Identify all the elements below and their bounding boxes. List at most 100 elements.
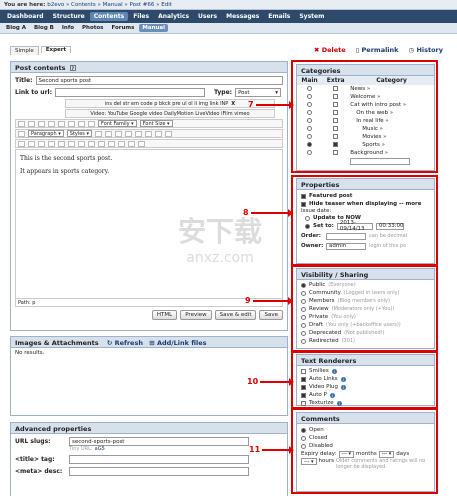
delete-label: Delete <box>321 46 346 54</box>
save-edit-button[interactable]: Save & edit <box>214 310 257 320</box>
preview-button[interactable]: Preview <box>180 310 212 320</box>
help-icon[interactable]: ? <box>69 65 76 71</box>
nav-item-dashboard[interactable]: Dashboard <box>3 12 48 21</box>
redo-icon[interactable] <box>145 130 153 137</box>
number-list-icon[interactable] <box>105 130 113 137</box>
bullet-list-icon[interactable] <box>95 130 103 137</box>
blog-tab-info[interactable]: Info <box>59 24 77 32</box>
add-files-link[interactable]: ⊞ Add/Link files <box>149 339 206 347</box>
arrow-icon <box>260 377 295 386</box>
underline-icon[interactable] <box>38 120 45 127</box>
color-icon[interactable] <box>108 140 115 147</box>
close-toolbar-button[interactable]: X <box>231 101 235 107</box>
tab-expert[interactable]: Expert <box>40 46 72 53</box>
editor-mode-tabs: Simple Expert <box>10 46 73 55</box>
quicktags-buttons[interactable]: ins del str em code p bkck pre ul ol li … <box>105 101 228 107</box>
url-slug-input[interactable]: second-sports-post <box>69 437 249 446</box>
table-icon[interactable] <box>18 140 25 147</box>
permalink-link[interactable]: ▯ Permalink <box>356 46 399 54</box>
nav-item-emails[interactable]: Emails <box>264 12 294 21</box>
tab-simple[interactable]: Simple <box>10 46 39 55</box>
breadcrumb-path[interactable]: b2evo » Contents » Manual » Post #66 » E… <box>47 2 172 8</box>
strike-icon[interactable] <box>48 120 55 127</box>
refresh-label: Refresh <box>114 339 143 347</box>
nav-item-messages[interactable]: Messages <box>222 12 263 21</box>
video-toolbar[interactable]: Video: YouTube Google video DailyMotion … <box>65 109 275 118</box>
outdent-icon[interactable] <box>115 130 123 137</box>
align-center-icon[interactable] <box>68 120 75 127</box>
blog-tab-manual[interactable]: Manual <box>139 24 169 32</box>
history-link[interactable]: ◷ History <box>409 46 444 54</box>
title-tag-input[interactable] <box>69 455 249 464</box>
align-left-icon[interactable] <box>58 120 65 127</box>
nav-item-contents[interactable]: Contents <box>89 12 129 21</box>
meta-desc-input[interactable] <box>69 467 249 476</box>
sub-icon[interactable] <box>78 140 85 147</box>
main-nav: Dashboard Structure Contents Files Analytics… <box>0 10 457 23</box>
blog-tab-photos[interactable]: Photos <box>79 24 106 32</box>
indent-icon[interactable] <box>125 130 133 137</box>
permalink-icon: ▯ <box>355 46 360 54</box>
undo-icon[interactable] <box>135 130 143 137</box>
tiny-url-link[interactable]: aG5 <box>95 446 105 452</box>
fullscreen-icon[interactable] <box>128 140 135 147</box>
charmap-icon[interactable] <box>98 140 105 147</box>
insert-toolbar <box>15 139 283 148</box>
font-family-value: Font Family <box>101 120 130 127</box>
help-toolbar-icon[interactable] <box>138 140 145 147</box>
blog-tab-forums[interactable]: Forums <box>108 24 137 32</box>
hr-icon[interactable] <box>68 140 75 147</box>
image-icon[interactable] <box>48 140 55 147</box>
tiny-url-label: Tiny URL: <box>69 446 93 452</box>
column-icon[interactable] <box>38 140 45 147</box>
nav-item-users[interactable]: Users <box>194 12 221 21</box>
annotation-10: 10 <box>247 377 295 386</box>
nav-item-files[interactable]: Files <box>129 12 153 21</box>
paragraph-select[interactable]: Paragraph ▾ <box>28 130 64 137</box>
nav-item-analytics[interactable]: Analytics <box>154 12 193 21</box>
type-select[interactable]: Post ▾ <box>235 88 282 97</box>
sup-icon[interactable] <box>88 140 95 147</box>
type-label: Type: <box>214 89 233 96</box>
blog-tab-blog-b[interactable]: Blog B <box>31 24 57 32</box>
quicktags-toolbar[interactable]: ins del str em code p bkck pre ul ol li … <box>65 99 275 108</box>
cut-icon[interactable] <box>18 130 25 137</box>
font-family-select[interactable]: Font Family ▾ <box>98 120 137 127</box>
align-right-icon[interactable] <box>78 120 85 127</box>
history-label: History <box>416 46 443 54</box>
refresh-link[interactable]: ↻ Refresh <box>107 339 143 347</box>
watermark-en: anxz.com <box>186 250 254 266</box>
title-label: Title: <box>15 77 33 84</box>
watermark-cn: 安下载 <box>177 215 262 248</box>
media-icon[interactable] <box>58 140 65 147</box>
breadcrumb: You are here: b2evo » Contents » Manual … <box>0 0 457 10</box>
meta-desc-label: <meta> desc: <box>15 468 63 475</box>
highlight-box-visibility <box>291 264 438 352</box>
title-input[interactable]: Second sports post <box>35 76 283 85</box>
post-actions: ✖ Delete ▯ Permalink ◷ History <box>314 46 443 54</box>
italic-icon[interactable] <box>28 120 35 127</box>
link-url-input[interactable] <box>55 88 205 97</box>
link-icon[interactable] <box>155 130 163 137</box>
highlight-icon[interactable] <box>118 140 125 147</box>
blog-tab-blog-a[interactable]: Blog A <box>3 24 29 32</box>
save-button[interactable]: Save <box>259 310 283 320</box>
advanced-panel: Advanced properties URL slugs: second-sp… <box>10 422 288 496</box>
styles-value: Styles <box>69 130 85 137</box>
justify-icon[interactable] <box>88 120 95 127</box>
nav-item-structure[interactable]: Structure <box>49 12 89 21</box>
video-buttons[interactable]: Video: YouTube Google video DailyMotion … <box>90 111 249 117</box>
nav-item-system[interactable]: System <box>295 12 328 21</box>
annotation-11-label: 11 <box>249 445 261 454</box>
row-icon[interactable] <box>28 140 35 147</box>
styles-select[interactable]: Styles ▾ <box>66 130 93 137</box>
delete-link[interactable]: ✖ Delete <box>314 46 346 54</box>
paragraph-value: Paragraph <box>31 130 57 137</box>
url-slug-label: URL slugs: <box>15 438 51 445</box>
font-size-select[interactable]: Font Size ▾ <box>139 120 173 127</box>
unlink-icon[interactable] <box>165 130 173 137</box>
highlight-box-comments <box>291 408 438 494</box>
html-button[interactable]: HTML <box>151 310 178 320</box>
bold-icon[interactable] <box>18 120 25 127</box>
highlight-box-renderers <box>291 351 438 409</box>
